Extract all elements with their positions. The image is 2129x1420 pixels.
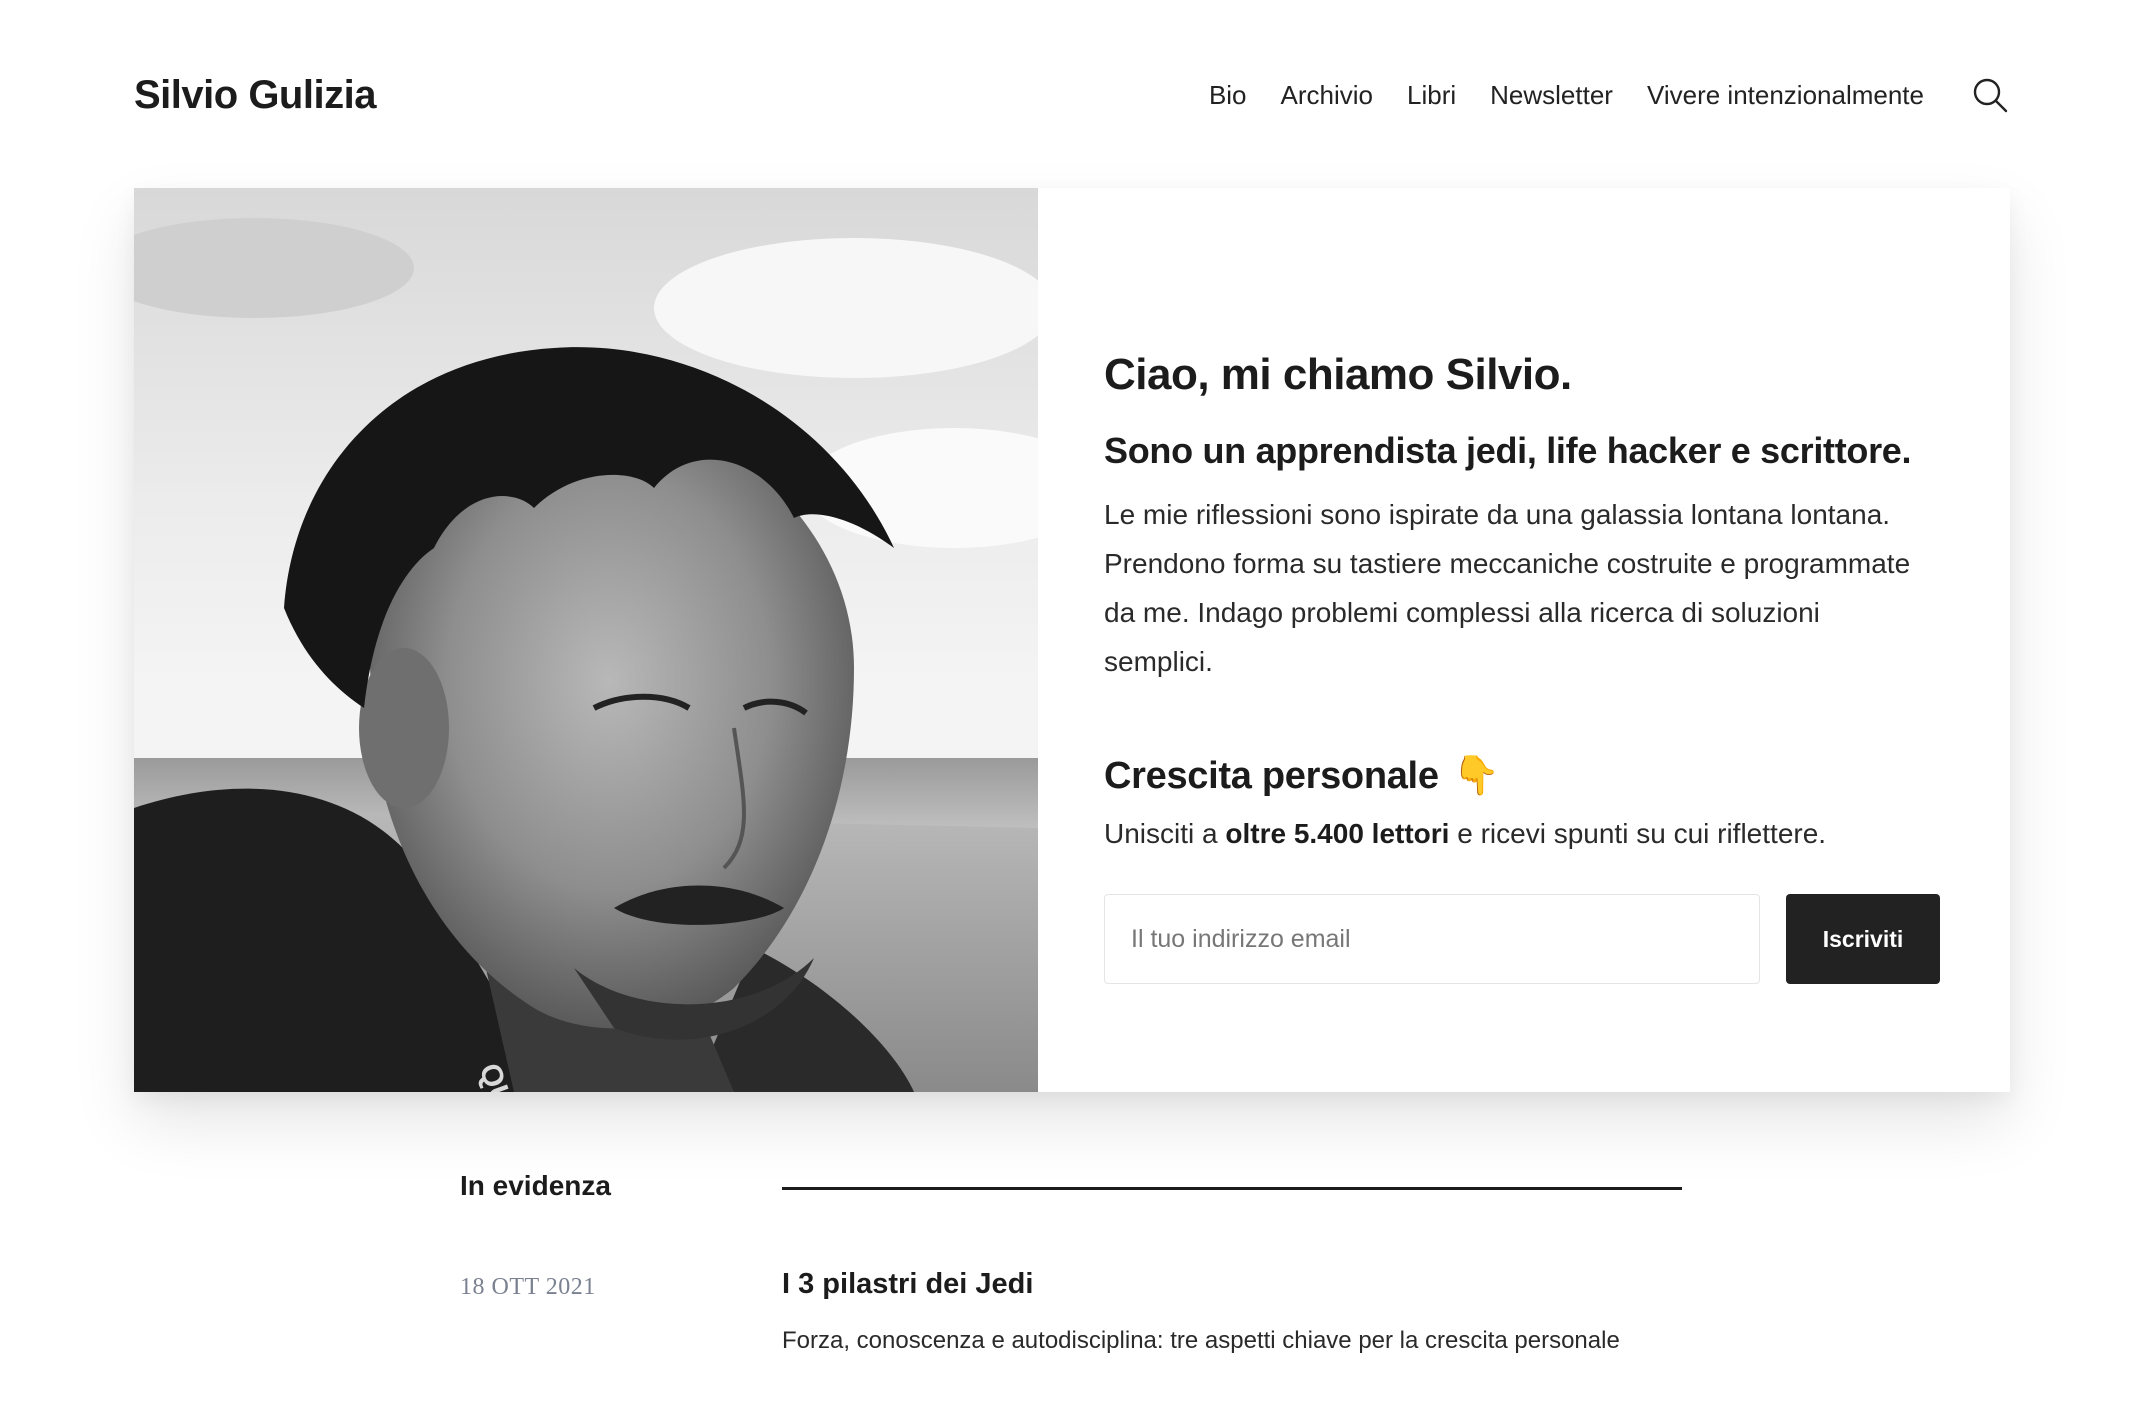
newsletter-form: Iscriviti — [1104, 894, 1944, 984]
post-body: I 3 pilastri dei Jedi Forza, conoscenza … — [782, 1268, 1682, 1355]
list-item: 18 OTT 2021 I 3 pilastri dei Jedi Forza,… — [460, 1268, 1682, 1355]
site-title[interactable]: Silvio Gulizia — [134, 73, 376, 118]
portrait-photo: QUIKSILVER — [134, 188, 1038, 1092]
newsletter-title-text: Crescita personale — [1104, 754, 1439, 797]
featured-label: In evidenza — [460, 1170, 611, 1201]
search-button[interactable] — [1970, 75, 2010, 115]
hero-subtitle: Sono un apprendista jedi, life hacker e … — [1104, 430, 1912, 471]
nav-item-vivere-intenzionalmente[interactable]: Vivere intenzionalmente — [1647, 80, 1924, 111]
nav-item-bio[interactable]: Bio — [1209, 80, 1247, 111]
nav-item-archivio[interactable]: Archivio — [1281, 80, 1373, 111]
search-icon — [1973, 78, 2008, 113]
hero-card: QUIKSILVER Ciao, mi chiamo Silvio. Sono … — [134, 188, 2010, 1092]
hero-text: Ciao, mi chiamo Silvio. Sono un apprendi… — [1038, 188, 2010, 1092]
hero-title: Ciao, mi chiamo Silvio. — [1104, 350, 1572, 399]
newsletter-desc-after: e ricevi spunti su cui riflettere. — [1449, 818, 1827, 849]
post-excerpt: Forza, conoscenza e autodisciplina: tre … — [782, 1327, 1620, 1354]
post-date: 18 OTT 2021 — [460, 1274, 596, 1300]
newsletter-reader-count: oltre 5.400 lettori — [1225, 818, 1450, 849]
newsletter-desc-before: Unisciti a — [1104, 818, 1226, 849]
hero-description: Le mie riflessioni sono ispirate da una … — [1104, 499, 1911, 677]
newsletter-title: Crescita personale 👇 — [1104, 754, 1944, 798]
featured-section: In evidenza 18 OTT 2021 I 3 pilastri dei… — [460, 1170, 1682, 1355]
featured-divider — [782, 1186, 1682, 1190]
featured-header: In evidenza — [460, 1170, 1682, 1202]
site-header: Silvio Gulizia Bio Archivio Libri Newsle… — [134, 60, 2010, 130]
post-title-link[interactable]: I 3 pilastri dei Jedi — [782, 1268, 1682, 1301]
nav-item-libri[interactable]: Libri — [1407, 80, 1456, 111]
main-nav: Bio Archivio Libri Newsletter Vivere int… — [1209, 75, 2010, 115]
subscribe-button[interactable]: Iscriviti — [1786, 894, 1940, 984]
portrait-image: QUIKSILVER — [134, 188, 1038, 1092]
nav-item-newsletter[interactable]: Newsletter — [1490, 80, 1613, 111]
newsletter-description: Unisciti a oltre 5.400 lettori e ricevi … — [1104, 818, 1944, 850]
pointing-down-icon: 👇 — [1452, 755, 1500, 797]
email-input[interactable] — [1104, 894, 1760, 984]
